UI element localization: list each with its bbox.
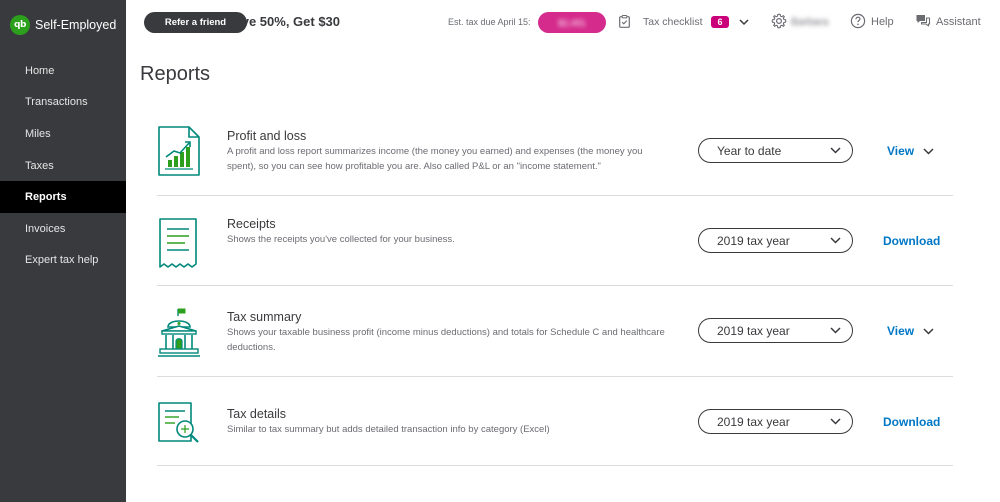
sidebar-item-expert-tax-help[interactable]: Expert tax help [0,245,126,277]
period-select[interactable]: 2019 tax year [698,228,853,253]
period-select-value: 2019 tax year [717,233,790,248]
period-select-value: 2019 tax year [717,414,790,429]
clipboard-icon[interactable] [619,15,630,28]
report-title: Receipts [227,217,276,231]
chevron-down-icon [830,237,841,244]
sidebar-item-reports[interactable]: Reports [0,181,126,213]
download-button[interactable]: Download [883,234,940,248]
sidebar-item-label: Taxes [25,159,54,172]
help-label[interactable]: Help [871,16,894,28]
reports-list: Profit and loss A profit and loss report… [157,106,953,466]
est-tax-label: Est. tax due April 15: [448,17,531,27]
period-select-value: 2019 tax year [717,323,790,338]
est-tax-value: $2,491 [558,17,586,28]
tax-checklist-count-badge: 6 [711,16,729,28]
report-description: Shows the receipts you've collected for … [227,234,455,245]
report-row-tax-summary: Tax summary Shows your taxable business … [157,286,953,377]
report-row-receipts: Receipts Shows the receipts you've colle… [157,196,953,286]
view-button[interactable]: View [887,144,914,158]
report-row-profit-and-loss: Profit and loss A profit and loss report… [157,106,953,196]
chevron-down-icon[interactable] [739,17,749,27]
report-title: Tax summary [227,310,302,324]
top-bar: Refer a friend Give 50%, Get $30 Est. ta… [126,0,1000,44]
sidebar-item-invoices[interactable]: Invoices [0,213,126,245]
report-title: Tax details [227,407,287,421]
chevron-down-icon [830,327,841,334]
brand[interactable]: qb Self-Employed [0,0,126,50]
period-select[interactable]: 2019 tax year [698,409,853,434]
sidebar-item-label: Expert tax help [25,254,99,267]
receipt-icon [159,218,197,268]
quickbooks-logo-icon: qb [10,15,30,35]
assistant-label[interactable]: Assistant [936,16,981,28]
view-button[interactable]: View [887,324,914,338]
chat-bubbles-icon[interactable] [915,13,931,29]
sidebar-item-label: Home [25,64,55,77]
report-description: Similar to tax summary but adds detailed… [227,424,550,435]
report-title: Profit and loss [227,129,307,143]
chevron-down-icon[interactable] [923,148,934,155]
report-description: A profit and loss report summarizes inco… [227,146,643,172]
help-icon[interactable] [850,13,866,29]
sidebar-item-taxes[interactable]: Taxes [0,150,126,182]
sidebar-nav: Home Transactions Miles Taxes Reports In… [0,55,126,276]
report-row-tax-details: Tax details Similar to tax summary but a… [157,377,953,466]
chevron-down-icon [830,147,841,154]
magnifier-document-icon [158,402,199,443]
promo-text: Give 50%, Get $30 [228,14,341,29]
user-name[interactable]: Barbara [791,16,828,28]
page-title: Reports [140,63,211,85]
government-building-icon [158,308,200,357]
sidebar-item-label: Reports [25,191,67,204]
sidebar-item-home[interactable]: Home [0,55,126,87]
sidebar-item-transactions[interactable]: Transactions [0,87,126,119]
sidebar-item-label: Miles [25,127,51,140]
sidebar-item-label: Transactions [25,96,88,109]
period-select[interactable]: 2019 tax year [698,318,853,343]
download-button[interactable]: Download [883,415,940,429]
period-select[interactable]: Year to date [698,138,853,163]
sidebar: qb Self-Employed Home Transactions Miles… [0,0,126,502]
logo-text: qb [14,20,26,30]
profit-loss-chart-icon [158,126,200,176]
period-select-value: Year to date [717,143,782,158]
sidebar-item-label: Invoices [25,222,66,235]
tax-checklist-label[interactable]: Tax checklist [643,16,703,28]
sidebar-item-miles[interactable]: Miles [0,118,126,150]
est-tax-value-pill[interactable]: $2,491 [538,12,606,33]
brand-name: Self-Employed [35,18,117,32]
gear-icon[interactable] [771,13,787,29]
chevron-down-icon [830,418,841,425]
report-description: Shows your taxable business profit (inco… [227,327,665,353]
chevron-down-icon[interactable] [923,328,934,335]
